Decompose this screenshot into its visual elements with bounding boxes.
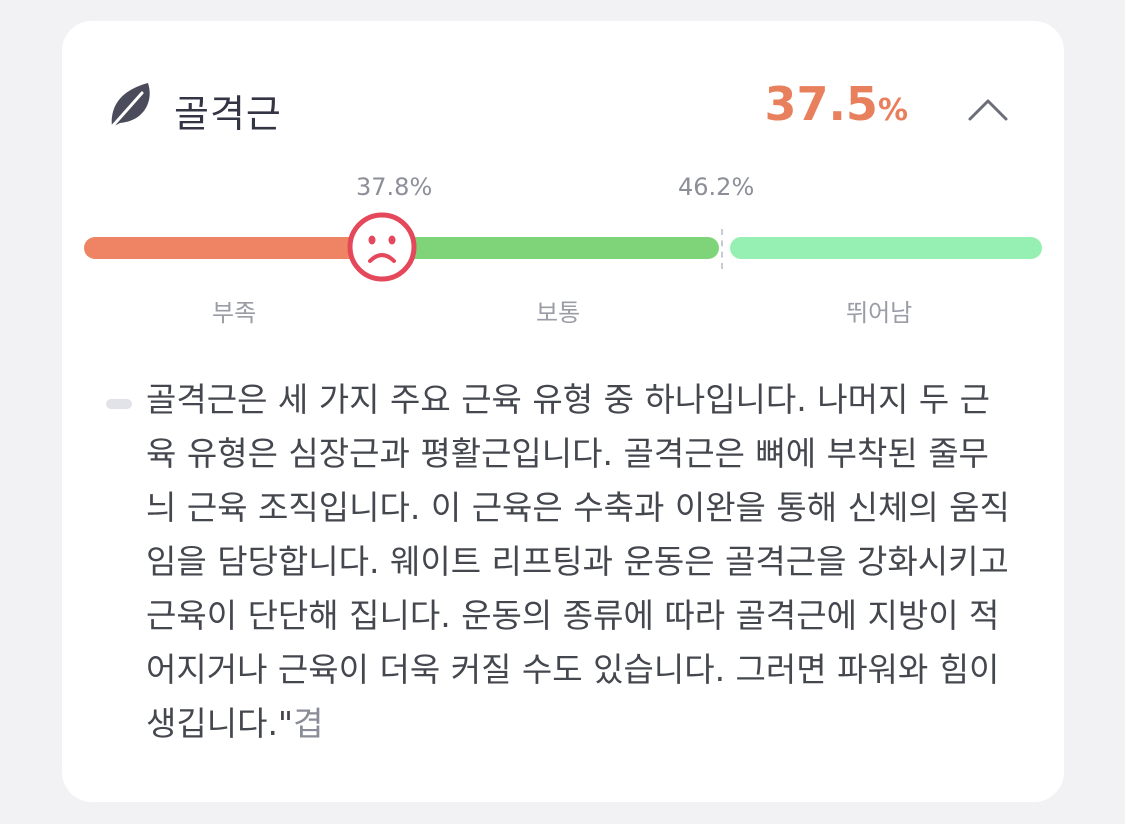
threshold-divider [721,229,723,269]
card-header[interactable]: 골격근 37.5% [106,77,1016,139]
leaf-icon [108,83,150,131]
description-text: 골격근은 세 가지 주요 근육 유형 중 하나입니다. 나머지 두 근육 유형은… [146,373,1018,751]
chevron-up-icon[interactable] [960,95,1016,125]
threshold-high-label: 46.2% [678,173,755,201]
band-label-high: 뛰어남 [846,299,913,327]
threshold-low-label: 37.8% [356,173,433,201]
muscle-percentage: 37.5% [764,77,908,131]
sad-face-icon [347,212,417,282]
range-bar-normal [407,237,719,259]
percentage-value: 37.5 [764,77,878,131]
description-body: 골격근은 세 가지 주요 근육 유형 중 하나입니다. 나머지 두 근육 유형은… [146,380,1010,743]
band-label-normal: 보통 [536,299,581,327]
bullet-marker [106,399,132,409]
card-title: 골격근 [174,92,282,136]
percentage-sign: % [877,93,908,128]
skeletal-muscle-card: 골격근 37.5% 37.8% 46.2% 부족 보통 뛰어남 골격근은 세 가… [62,21,1064,802]
band-label-low: 부족 [212,299,257,327]
description-trailing-link[interactable]: 겹 [293,704,323,743]
range-bar-high [730,237,1042,259]
